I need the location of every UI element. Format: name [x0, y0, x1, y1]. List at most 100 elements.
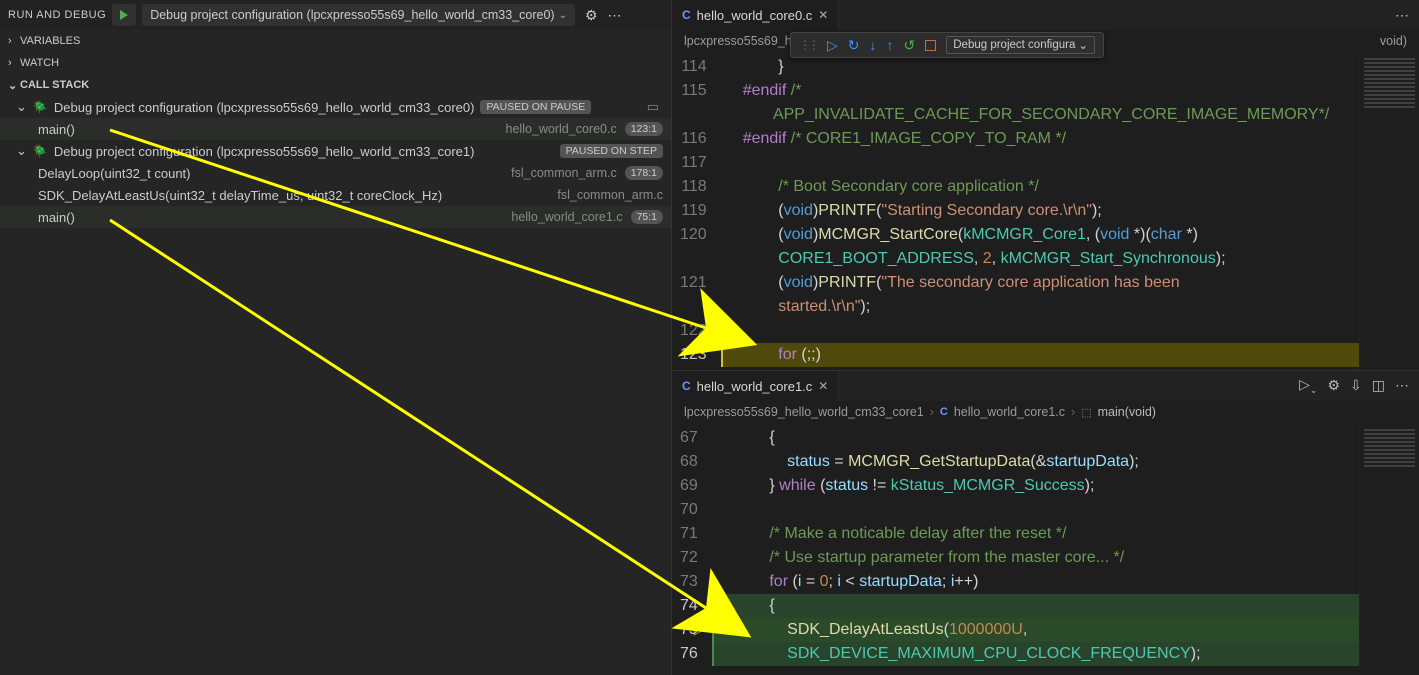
frame-loc: 178:1: [625, 166, 663, 180]
callstack-target[interactable]: ⌄ 🪲 Debug project configuration (lpcxpress…: [0, 96, 671, 118]
code-line[interactable]: /* Use startup parameter from the master…: [712, 546, 1359, 570]
code-line[interactable]: status = MCMGR_GetStartupData(&startupDa…: [712, 450, 1359, 474]
debug-panel: RUN AND DEBUG Debug project configuratio…: [0, 0, 672, 675]
step-into-icon[interactable]: ↓: [870, 37, 877, 53]
grip-icon[interactable]: ⋮⋮: [799, 38, 817, 52]
code-line[interactable]: [721, 319, 1359, 343]
start-debug-button[interactable]: [112, 4, 136, 26]
code-line[interactable]: /* Make a noticable delay after the rese…: [712, 522, 1359, 546]
tab-label: hello_world_core0.c: [697, 8, 813, 23]
bug-icon: 🪲: [33, 144, 48, 158]
code-area-top[interactable]: }#endif /* APP_INVALIDATE_CACHE_FOR_SECO…: [721, 52, 1359, 370]
code-line[interactable]: (void)PRINTF("Starting Secondary core.\r…: [721, 199, 1359, 223]
step-out-icon[interactable]: ↑: [887, 37, 894, 53]
code-line[interactable]: for (;;): [721, 343, 1359, 367]
code-line[interactable]: ▷ SDK_DelayAtLeastUs(1000000U,: [712, 618, 1359, 642]
gear-icon[interactable]: ⚙: [1327, 377, 1340, 394]
tab-hello-world-core1[interactable]: C hello_world_core1.c ✕: [672, 371, 839, 401]
frame-file: fsl_common_arm.c: [511, 166, 617, 180]
frame-file: hello_world_core0.c: [506, 122, 617, 136]
stack-frame-row[interactable]: main()hello_world_core0.c123:1: [0, 118, 671, 140]
watch-section[interactable]: ›WATCH: [0, 52, 671, 74]
execution-marker-icon: ▷: [694, 618, 703, 642]
code-line[interactable]: /* Boot Secondary core application */: [721, 175, 1359, 199]
code-line[interactable]: SDK_DEVICE_MAXIMUM_CPU_CLOCK_FREQUENCY);: [712, 642, 1359, 666]
tab-actions-bottom: ▷⌄ ⚙ ⇩ ◫ ⋯: [1289, 376, 1419, 396]
debug-header: RUN AND DEBUG Debug project configuratio…: [0, 0, 671, 30]
debug-config-dropdown[interactable]: Debug project configuration (lpcxpresso5…: [142, 4, 575, 26]
play-icon: [120, 10, 128, 20]
target-label: Debug project configuration (lpcxpresso5…: [54, 100, 475, 115]
chevron-down-icon: ⌄: [16, 143, 27, 159]
tab-label: hello_world_core1.c: [697, 379, 813, 394]
tab-actions-top: ⋯: [1385, 7, 1419, 24]
restart-icon[interactable]: ↺: [904, 37, 916, 54]
frame-fn: DelayLoop(uint32_t count): [38, 166, 191, 181]
frame-fn: main(): [38, 210, 75, 225]
more-icon[interactable]: ⋯: [1395, 7, 1409, 24]
state-badge: PAUSED ON STEP: [560, 144, 663, 158]
continue-icon[interactable]: ▷: [827, 37, 838, 54]
c-file-icon: C: [682, 379, 691, 393]
cube-icon: ⬚: [1081, 406, 1091, 419]
target-label: Debug project configuration (lpcxpresso5…: [54, 144, 475, 159]
tab-hello-world-core0[interactable]: C hello_world_core0.c ✕: [672, 0, 839, 30]
code-line[interactable]: {: [712, 426, 1359, 450]
stack-frame-row[interactable]: main()hello_world_core1.c75:1: [0, 206, 671, 228]
code-line[interactable]: #endif /* CORE1_IMAGE_COPY_TO_RAM */: [721, 127, 1359, 151]
chevron-down-icon: ⌄: [8, 79, 20, 92]
editor-area: C hello_world_core0.c ✕ ⋯ lpcxpresso55s6…: [672, 0, 1419, 675]
close-icon[interactable]: ✕: [818, 8, 828, 22]
code-line[interactable]: {: [712, 594, 1359, 618]
step-over-icon[interactable]: ↻: [848, 37, 860, 54]
tab-bar-top: C hello_world_core0.c ✕ ⋯: [672, 0, 1419, 30]
frame-fn: SDK_DelayAtLeastUs(uint32_t delayTime_us…: [38, 188, 442, 203]
tab-bar-bottom: C hello_world_core1.c ✕ ▷⌄ ⚙ ⇩ ◫ ⋯: [672, 371, 1419, 401]
stack-frame-row[interactable]: DelayLoop(uint32_t count) fsl_common_arm.…: [0, 162, 671, 184]
code-line[interactable]: [721, 151, 1359, 175]
stop-icon[interactable]: [925, 40, 936, 51]
callstack-section[interactable]: ⌄CALL STACK: [0, 74, 671, 96]
chevron-down-icon: ⌄: [16, 99, 27, 115]
code-line[interactable]: APP_INVALIDATE_CACHE_FOR_SECONDARY_CORE_…: [721, 103, 1359, 127]
line-gutter[interactable]: 67686970717273747576: [672, 423, 712, 669]
run-icon[interactable]: ▷⌄: [1299, 376, 1317, 396]
breadcrumb-bottom[interactable]: lpcxpresso55s69_hello_world_cm33_core1 ›…: [672, 401, 1419, 423]
line-gutter[interactable]: 114115116117118119120121122123: [672, 52, 721, 370]
chevron-right-icon: ›: [8, 57, 20, 69]
panel-title: RUN AND DEBUG: [8, 9, 106, 21]
close-icon[interactable]: ✕: [818, 379, 828, 393]
code-line[interactable]: (void)MCMGR_StartCore(kMCMGR_Core1, (voi…: [721, 223, 1359, 247]
export-icon[interactable]: ⇩: [1350, 377, 1362, 394]
code-line[interactable]: } while (status != kStatus_MCMGR_Success…: [712, 474, 1359, 498]
code-line[interactable]: started.\r\n");: [721, 295, 1359, 319]
code-line[interactable]: for (i = 0; i < startupData; i++): [712, 570, 1359, 594]
variables-section[interactable]: ›VARIABLES: [0, 30, 671, 52]
code-line[interactable]: #endif /*: [721, 79, 1359, 103]
code-line[interactable]: (void)PRINTF("The secondary core applica…: [721, 271, 1359, 295]
c-file-icon: C: [682, 8, 691, 22]
code-line[interactable]: }: [721, 55, 1359, 79]
debug-toolbar[interactable]: ⋮⋮ ▷ ↻ ↓ ↑ ↺ Debug project configura⌄: [790, 32, 1104, 58]
debug-config-label: Debug project configuration (lpcxpresso5…: [150, 8, 554, 22]
code-line[interactable]: CORE1_BOOT_ADDRESS, 2, kMCMGR_Start_Sync…: [721, 247, 1359, 271]
minimap-bottom[interactable]: [1359, 423, 1419, 669]
c-file-icon: C: [940, 406, 948, 418]
callstack-target[interactable]: ⌄ 🪲 Debug project configuration (lpcxpress…: [0, 140, 671, 162]
chevron-down-icon: ⌄: [1078, 38, 1088, 52]
toolbar-icon[interactable]: ▭: [647, 99, 663, 115]
toolbar-config-dropdown[interactable]: Debug project configura⌄: [946, 36, 1095, 54]
chevron-right-icon: ›: [8, 35, 20, 47]
split-icon[interactable]: ◫: [1372, 377, 1385, 394]
gear-icon[interactable]: ⚙: [585, 7, 598, 24]
frame-file: hello_world_core1.c: [511, 210, 622, 224]
more-icon[interactable]: ⋯: [608, 7, 623, 24]
stack-frame-row[interactable]: SDK_DelayAtLeastUs(uint32_t delayTime_us…: [0, 184, 671, 206]
bug-icon: 🪲: [33, 100, 48, 114]
frame-loc: 123:1: [625, 122, 663, 136]
code-area-bottom[interactable]: { status = MCMGR_GetStartupData(&startup…: [712, 423, 1359, 669]
minimap-top[interactable]: [1359, 52, 1419, 370]
code-line[interactable]: [712, 498, 1359, 522]
more-icon[interactable]: ⋯: [1395, 377, 1409, 394]
chevron-down-icon: ⌄: [559, 10, 567, 21]
